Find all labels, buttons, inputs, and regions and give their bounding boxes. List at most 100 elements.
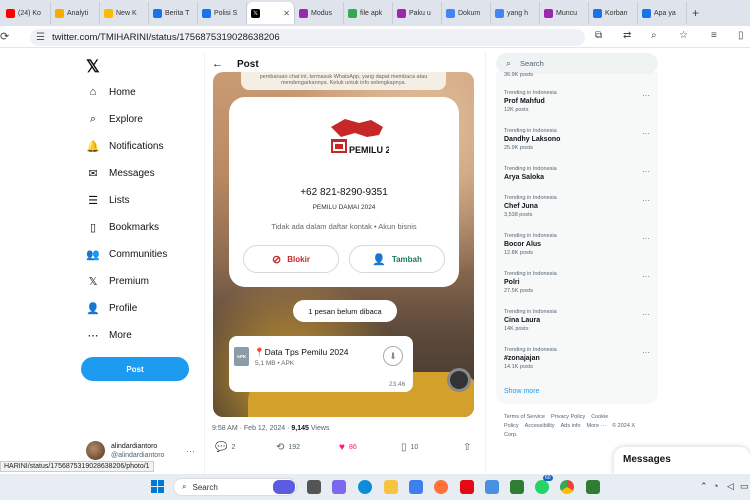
nav-item-home[interactable]: ⌂ Home: [86, 85, 136, 99]
trend-name: #zonajajan: [504, 355, 540, 362]
new-tab-button[interactable]: +: [692, 6, 699, 20]
repost-count: 192: [288, 443, 301, 451]
footer-link[interactable]: More ···: [587, 423, 607, 429]
firefox-icon[interactable]: [434, 480, 448, 494]
browser-tab[interactable]: New K: [100, 2, 149, 24]
tab-title: Korban: [605, 9, 628, 17]
nav-item-profile[interactable]: 👤 Profile: [86, 301, 137, 315]
close-icon[interactable]: ✕: [283, 9, 290, 18]
browser-tab[interactable]: Paku u: [393, 2, 442, 24]
post-image[interactable]: pembaruan chat ini, termasuk WhatsApp, y…: [213, 72, 474, 417]
star-icon[interactable]: ☆: [679, 30, 688, 41]
reply-count: 2: [231, 443, 236, 451]
browser-tab[interactable]: Apa ya: [638, 2, 687, 24]
nav-item-messages[interactable]: ✉ Messages: [86, 166, 154, 180]
nav-item-lists[interactable]: ☰ Lists: [86, 193, 130, 207]
account-switcher[interactable]: alindardiantoro @alindardiantoro: [86, 441, 164, 460]
browser-tab[interactable]: Korban: [589, 2, 638, 24]
nav-item-communities[interactable]: 👥 Communities: [86, 247, 167, 261]
search-input[interactable]: ⌕ Search: [496, 53, 658, 74]
add-contact-button[interactable]: 👤 Tambah: [349, 245, 445, 273]
battery-icon[interactable]: ▭: [740, 481, 749, 492]
more-icon[interactable]: ···: [642, 129, 650, 138]
nav-item-notifications[interactable]: 🔔 Notifications: [86, 139, 163, 153]
app-icon[interactable]: [510, 480, 524, 494]
more-icon[interactable]: ···: [642, 310, 650, 319]
footer-link[interactable]: Ads info: [561, 423, 581, 429]
like-button[interactable]: ♥ 86: [339, 442, 357, 453]
trend-item[interactable]: Trending in Indonesia Polri 27.5K posts ···: [504, 271, 654, 294]
file-explorer-icon[interactable]: [384, 480, 398, 494]
task-view-icon[interactable]: [307, 480, 321, 494]
chrome-icon[interactable]: [560, 480, 574, 494]
tab-title: (24) Ko: [18, 9, 41, 17]
post-timestamp[interactable]: 9:58 AM · Feb 12, 2024 ·: [212, 425, 291, 432]
x-logo-icon[interactable]: 𝕏: [86, 57, 100, 77]
more-icon[interactable]: ···: [642, 234, 650, 243]
more-icon[interactable]: ···: [642, 348, 650, 357]
share-button[interactable]: ⇧: [463, 442, 475, 453]
trend-posts: 27.5K posts: [504, 288, 534, 294]
browser-tab[interactable]: (24) Ko: [2, 2, 51, 24]
wifi-icon[interactable]: ◔: [713, 481, 718, 491]
footer-link[interactable]: Terms of Service: [504, 414, 545, 420]
browser-tab[interactable]: yang h: [491, 2, 540, 24]
netflix-icon[interactable]: [460, 480, 474, 494]
sidebar-icon[interactable]: ▯: [738, 30, 744, 41]
nav-item-premium[interactable]: 𝕏 Premium: [86, 274, 149, 288]
translate-icon[interactable]: ⇄: [623, 30, 631, 41]
reply-icon: 💬: [215, 441, 228, 453]
browser-tab[interactable]: Modus: [295, 2, 344, 24]
trend-item[interactable]: Trending in Indonesia #zonajajan 14.1K pos…: [504, 347, 654, 370]
footer-link[interactable]: Accessibility: [525, 423, 555, 429]
more-icon[interactable]: ···: [642, 272, 650, 281]
messages-drawer[interactable]: Messages: [614, 447, 750, 475]
browser-tab[interactable]: Dokum: [442, 2, 491, 24]
reading-list-icon[interactable]: ≡: [711, 30, 717, 41]
edge-icon[interactable]: [358, 480, 372, 494]
zoom-icon[interactable]: ⌕: [651, 30, 657, 41]
browser-tab[interactable]: 𝕏 ✕: [247, 2, 295, 24]
app-icon[interactable]: [485, 480, 499, 494]
browser-tab[interactable]: Muncu: [540, 2, 589, 24]
trend-item[interactable]: Trending in Indonesia Arya Saloka ···: [504, 166, 654, 181]
nav-item-more[interactable]: ⋯ More: [86, 328, 132, 342]
browser-tab[interactable]: Polisi S: [198, 2, 247, 24]
more-icon[interactable]: ···: [642, 91, 650, 100]
repost-button[interactable]: ⟲ 192: [276, 442, 300, 453]
trend-posts: 12K posts: [504, 107, 529, 113]
browser-tab[interactable]: Analyti: [51, 2, 100, 24]
more-icon[interactable]: ···: [642, 196, 650, 205]
trend-item[interactable]: Trending in Indonesia Cina Laura 14K posts…: [504, 309, 654, 332]
trend-item[interactable]: Trending in Indonesia Bocor Alus 12.8K pos…: [504, 233, 654, 256]
nav-item-explore[interactable]: ⌕ Explore: [86, 112, 143, 126]
browser-tab[interactable]: Berita T: [149, 2, 198, 24]
trend-item[interactable]: Trending in Indonesia Dandhy Laksono 25.9K…: [504, 128, 654, 151]
reply-button[interactable]: 💬 2: [215, 442, 235, 453]
back-arrow-icon[interactable]: ←: [212, 58, 223, 70]
bookmark-icon: ▯: [89, 221, 97, 234]
bookmark-button[interactable]: ▯ 10: [401, 442, 418, 453]
url-bar[interactable]: ☰ twitter.com/TMIHARINI/status/175687531…: [30, 29, 585, 46]
chevron-up-icon[interactable]: ⌃: [700, 481, 708, 492]
teams-icon[interactable]: [332, 480, 346, 494]
install-icon[interactable]: ⧉: [595, 30, 602, 41]
whatsapp-icon[interactable]: 60: [535, 475, 553, 494]
trend-item[interactable]: Trending in Indonesia Chef Juna 3,538 post…: [504, 195, 654, 218]
windows-start-icon[interactable]: [151, 480, 164, 493]
store-icon[interactable]: [409, 480, 423, 494]
trend-item[interactable]: Trending in Indonesia Prof Mahfud 12K post…: [504, 90, 654, 113]
widget-icon[interactable]: [273, 480, 295, 494]
volume-icon[interactable]: ◁: [727, 481, 734, 492]
reload-icon[interactable]: ⟳: [0, 30, 9, 43]
browser-tab[interactable]: file apk: [344, 2, 393, 24]
site-settings-icon[interactable]: ☰: [36, 32, 45, 43]
more-icon[interactable]: ···: [642, 167, 650, 176]
post-button[interactable]: Post: [81, 357, 189, 381]
show-more-link[interactable]: Show more: [504, 388, 539, 395]
account-more-icon[interactable]: ···: [186, 446, 195, 456]
nav-item-bookmarks[interactable]: ▯ Bookmarks: [86, 220, 159, 234]
footer-link[interactable]: Privacy Policy: [551, 414, 585, 420]
block-button[interactable]: ⊘ Blokir: [243, 245, 339, 273]
app-icon[interactable]: [586, 480, 600, 494]
